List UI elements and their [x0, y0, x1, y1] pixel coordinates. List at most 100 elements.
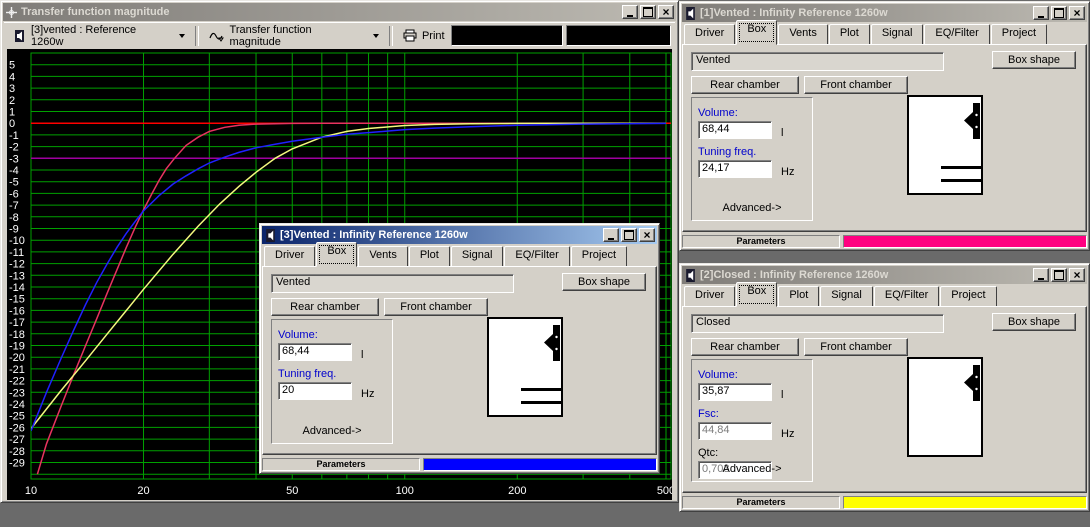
field-input-tuning-freq-[interactable]: 24,17 — [698, 160, 772, 178]
field-input-volume-[interactable]: 68,44 — [698, 121, 772, 139]
minimize-icon — [1038, 16, 1044, 18]
chamber-parameters-group: Volume:35,87lFsc:44,84HzQtc:0,703Advance… — [691, 359, 813, 482]
tab-bar: DriverBoxPlotSignalEQ/FilterProject — [684, 285, 1085, 307]
close-icon: × — [1073, 8, 1080, 18]
close-button[interactable]: × — [1069, 268, 1085, 282]
box-shape-button[interactable]: Box shape — [992, 313, 1076, 331]
minimize-button[interactable] — [622, 5, 638, 19]
rear-chamber-button[interactable]: Rear chamber — [271, 298, 379, 316]
y-axis-tick-label: -20 — [9, 352, 25, 364]
tab-project[interactable]: Project — [940, 286, 996, 307]
y-axis-tick-label: 3 — [9, 83, 15, 95]
tab-eq-filter[interactable]: EQ/Filter — [874, 286, 939, 307]
y-axis-tick-label: -27 — [9, 434, 25, 446]
readout-panel-1 — [451, 25, 564, 46]
tab-project[interactable]: Project — [571, 246, 627, 267]
print-button[interactable]: Print — [397, 24, 451, 48]
tab-driver[interactable]: Driver — [264, 246, 315, 267]
maximize-button[interactable] — [640, 5, 656, 19]
field-input-volume-[interactable]: 35,87 — [698, 383, 772, 401]
rear-chamber-button[interactable]: Rear chamber — [691, 338, 799, 356]
tab-driver[interactable]: Driver — [684, 286, 735, 307]
rear-chamber-button[interactable]: Rear chamber — [691, 76, 799, 94]
chamber-parameters-group: Volume:68,44lTuning freq.20HzAdvanced-> — [271, 319, 393, 444]
parameters-bar: Parameters — [682, 496, 1087, 509]
tab-signal[interactable]: Signal — [451, 246, 504, 267]
tab-plot[interactable]: Plot — [409, 246, 450, 267]
close-button[interactable]: × — [658, 5, 674, 19]
field-input-tuning-freq-[interactable]: 20 — [278, 382, 352, 400]
y-axis-tick-label: -26 — [9, 422, 25, 434]
box-type-field[interactable]: Vented — [271, 274, 514, 293]
chevron-down-icon — [179, 34, 185, 38]
parameters-label[interactable]: Parameters — [682, 235, 840, 248]
print-label: Print — [422, 30, 445, 42]
advanced-link[interactable]: Advanced-> — [272, 425, 392, 437]
tab-plot[interactable]: Plot — [829, 24, 870, 45]
box-type-field[interactable]: Vented — [691, 52, 944, 71]
parameters-bar-fill — [423, 458, 657, 471]
minimize-button[interactable] — [1033, 6, 1049, 20]
tab-eq-filter[interactable]: EQ/Filter — [924, 24, 989, 45]
y-axis-tick-label: -24 — [9, 399, 25, 411]
y-axis-tick-label: -3 — [9, 153, 19, 165]
tab-driver[interactable]: Driver — [684, 24, 735, 45]
minimize-icon — [627, 15, 633, 17]
tab-vents[interactable]: Vents — [358, 246, 408, 267]
tab-plot[interactable]: Plot — [778, 286, 819, 307]
box-shape-image — [907, 357, 983, 457]
vent-line — [941, 179, 981, 182]
tab-signal[interactable]: Signal — [871, 24, 924, 45]
close-icon: × — [643, 230, 650, 240]
parameters-label[interactable]: Parameters — [262, 458, 420, 471]
close-button[interactable]: × — [1069, 6, 1085, 20]
minimize-button[interactable] — [603, 228, 619, 242]
box-shape-button[interactable]: Box shape — [562, 273, 646, 291]
y-axis-tick-label: 1 — [9, 107, 15, 119]
tab-eq-filter[interactable]: EQ/Filter — [504, 246, 569, 267]
y-axis-tick-label: -19 — [9, 341, 25, 353]
tab-box[interactable]: Box — [736, 282, 777, 307]
parameters-bar-fill — [843, 496, 1087, 509]
driver-selector-dropdown[interactable]: [3]vented : Reference 1260w — [8, 24, 191, 48]
advanced-link[interactable]: Advanced-> — [692, 202, 812, 214]
maximize-icon — [624, 230, 634, 240]
dialog-title: [1]Vented : Infinity Reference 1260w — [700, 7, 1030, 19]
tab-project[interactable]: Project — [991, 24, 1047, 45]
y-axis-tick-label: 2 — [9, 95, 15, 107]
maximize-button[interactable] — [1051, 6, 1067, 20]
minimize-button[interactable] — [1033, 268, 1049, 282]
x-axis-tick-label: 200 — [508, 485, 526, 497]
vent-line — [521, 388, 561, 391]
speaker-icon — [264, 229, 277, 242]
driver-glyph — [961, 363, 981, 403]
front-chamber-button[interactable]: Front chamber — [384, 298, 488, 316]
maximize-button[interactable] — [621, 228, 637, 242]
advanced-link[interactable]: Advanced-> — [692, 463, 812, 475]
plot-type-dropdown[interactable]: Transfer function magnitude — [203, 24, 385, 48]
field-input-volume-[interactable]: 68,44 — [278, 343, 352, 361]
front-chamber-button[interactable]: Front chamber — [804, 76, 908, 94]
close-button[interactable]: × — [639, 228, 655, 242]
box-shape-button[interactable]: Box shape — [992, 51, 1076, 69]
dialog-window--2-closed: [2]Closed : Infinity Reference 1260w×Dri… — [679, 263, 1090, 512]
field-unit: l — [781, 127, 783, 139]
front-chamber-button[interactable]: Front chamber — [804, 338, 908, 356]
tab-box[interactable]: Box — [736, 20, 777, 45]
field-label-qtc-: Qtc: — [698, 447, 806, 459]
plot-window-titlebar[interactable]: Transfer function magnitude × — [3, 3, 676, 21]
maximize-button[interactable] — [1051, 268, 1067, 282]
app-icon — [5, 6, 18, 19]
x-axis-tick-label: 500 — [657, 485, 672, 497]
plot-type-label: Transfer function magnitude — [230, 24, 364, 48]
tab-vents[interactable]: Vents — [778, 24, 828, 45]
field-label-volume-: Volume: — [698, 107, 806, 119]
box-type-field[interactable]: Closed — [691, 314, 944, 333]
field-input-fsc-[interactable]: 44,84 — [698, 422, 772, 440]
tab-signal[interactable]: Signal — [820, 286, 873, 307]
toolbar-separator — [195, 26, 199, 46]
tab-box[interactable]: Box — [316, 242, 357, 267]
parameters-bar: Parameters — [262, 458, 657, 471]
parameters-label[interactable]: Parameters — [682, 496, 840, 509]
y-axis-tick-label: -15 — [9, 294, 25, 306]
